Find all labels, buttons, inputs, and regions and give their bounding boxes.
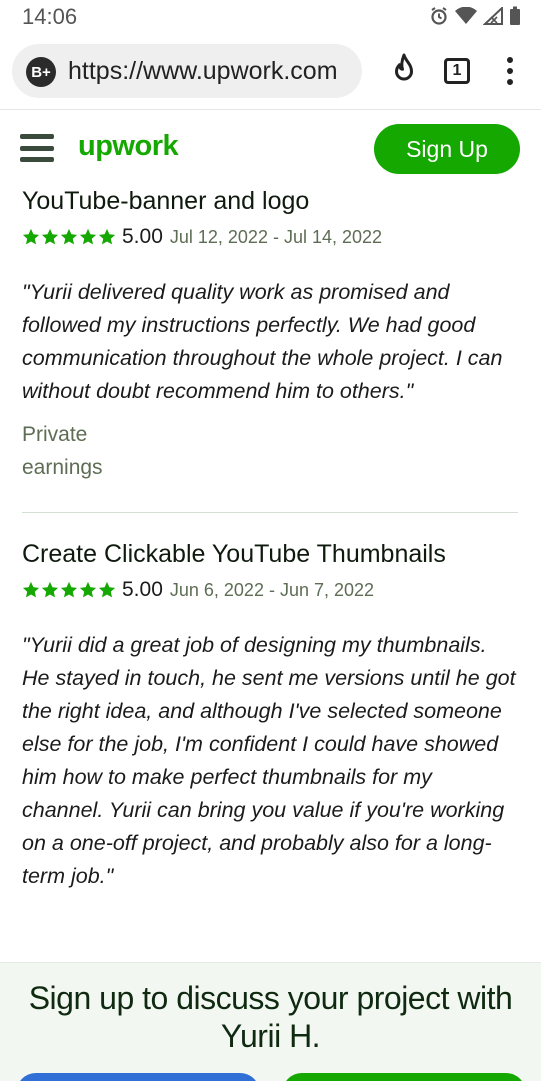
star-icon — [79, 581, 97, 598]
alarm-icon — [431, 7, 447, 25]
review-quote: "Yurii delivered quality work as promise… — [22, 280, 503, 403]
star-icon — [41, 581, 59, 598]
star-icon — [60, 228, 78, 245]
earnings-label: Private earnings — [22, 423, 103, 479]
wifi-icon — [455, 7, 477, 24]
address-bar[interactable]: B+ https://www.upwork.com — [12, 44, 362, 98]
date-range: Jul 12, 2022 - Jul 14, 2022 — [169, 226, 383, 247]
review-item: YouTube-banner and logo 5.00 Jul 12, 202… — [22, 188, 522, 484]
rating-value: 5.00 — [122, 225, 163, 248]
upwork-logo[interactable]: upwork — [78, 130, 179, 163]
signal-icon — [483, 7, 503, 25]
more-menu-icon[interactable] — [506, 56, 514, 86]
cta-secondary-button[interactable] — [16, 1073, 260, 1081]
star-icon — [22, 581, 40, 598]
browser-toolbar: B+ https://www.upwork.com 1 — [0, 34, 541, 110]
star-icon — [41, 228, 59, 245]
rating-stars — [22, 228, 116, 246]
star-icon — [98, 581, 116, 598]
rating-row: 5.00 Jun 6, 2022 - Jun 7, 2022 — [22, 577, 522, 603]
divider — [22, 512, 518, 513]
rating-value: 5.00 — [122, 578, 163, 601]
cta-primary-button[interactable] — [282, 1073, 526, 1081]
star-icon — [98, 228, 116, 245]
site-header: upwork Sign Up — [0, 110, 541, 188]
status-time: 14:06 — [22, 4, 78, 29]
url-text[interactable]: https://www.upwork.com — [68, 57, 353, 86]
star-icon — [60, 581, 78, 598]
date-range: Jun 6, 2022 - Jun 7, 2022 — [169, 579, 375, 600]
review-list: YouTube-banner and logo 5.00 Jul 12, 202… — [22, 188, 522, 893]
hamburger-menu-icon[interactable] — [20, 134, 54, 162]
review-title[interactable]: YouTube-banner and logo — [22, 188, 522, 214]
battery-icon — [510, 6, 520, 25]
rating-row: 5.00 Jul 12, 2022 - Jul 14, 2022 — [22, 224, 522, 250]
review-quote: "Yurii did a great job of designing my t… — [22, 633, 516, 888]
review-item: Create Clickable YouTube Thumbnails 5.00… — [22, 541, 522, 893]
status-icons — [429, 6, 521, 26]
review-title[interactable]: Create Clickable YouTube Thumbnails — [22, 541, 522, 567]
sign-up-button[interactable]: Sign Up — [374, 124, 520, 174]
cta-text: Sign up to discuss your project with Yur… — [28, 980, 513, 1054]
star-icon — [22, 228, 40, 245]
status-bar: 14:06 — [0, 0, 541, 34]
star-icon — [79, 228, 97, 245]
rating-stars — [22, 581, 116, 599]
site-badge-icon[interactable]: B+ — [26, 57, 56, 87]
fire-icon[interactable] — [386, 52, 422, 88]
signup-cta-panel: Sign up to discuss your project with Yur… — [0, 962, 541, 1081]
tab-switcher-button[interactable]: 1 — [444, 58, 470, 84]
